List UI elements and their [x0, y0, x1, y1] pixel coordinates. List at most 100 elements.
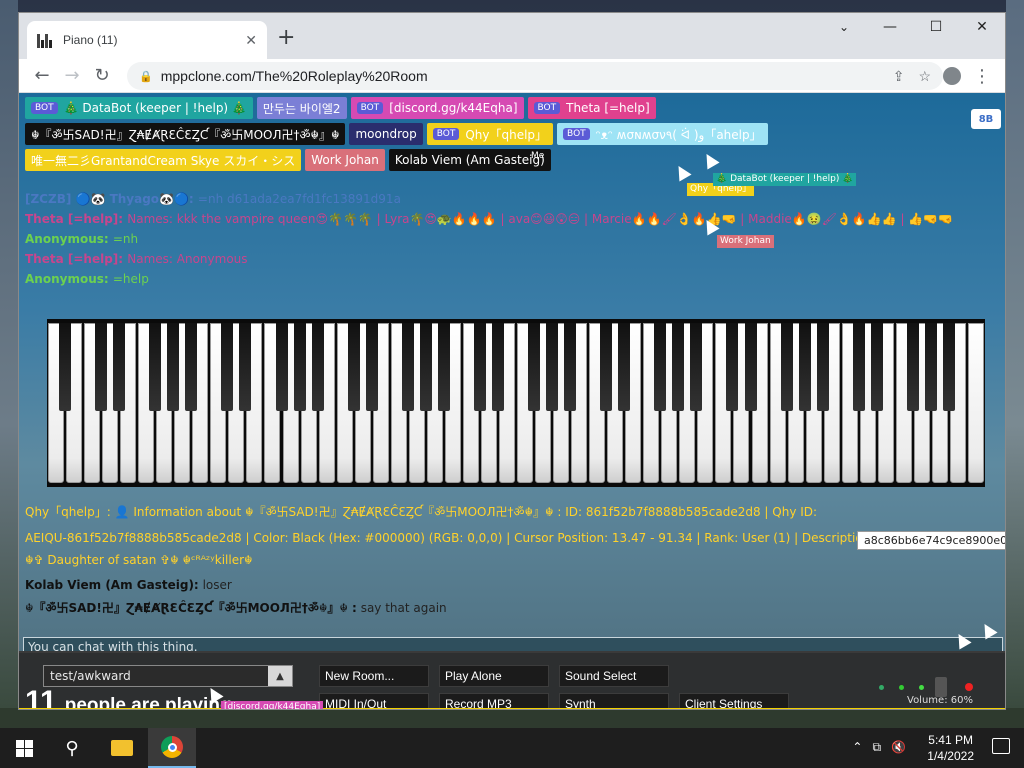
player-nametag[interactable]: ☬『ॐ卐SAD!卍』Ɀ₳ɆȺⱤƐĈƐȤƇ『ॐ卐MOOЛ卍†ॐ☬』☬ — [25, 123, 346, 145]
menu-kebab-icon[interactable]: ⋮ — [967, 61, 997, 91]
black-key[interactable] — [654, 323, 667, 411]
black-key[interactable] — [564, 323, 577, 411]
black-key[interactable] — [113, 323, 126, 411]
nametag-label: Theta [=help] — [566, 101, 650, 115]
black-key[interactable] — [852, 323, 865, 411]
hash-button[interactable]: 8B — [971, 109, 1001, 129]
chat-text: =nh — [112, 232, 139, 246]
room-selector[interactable]: test/awkward ▲ — [43, 665, 293, 687]
black-key[interactable] — [473, 323, 486, 411]
black-key[interactable] — [401, 323, 414, 411]
black-key[interactable] — [419, 323, 432, 411]
player-nametag[interactable]: BOT 🎄 DataBot (keeper | !help) 🎄 — [25, 97, 253, 119]
black-key[interactable] — [59, 323, 72, 411]
black-key[interactable] — [95, 323, 108, 411]
black-key[interactable] — [816, 323, 829, 411]
black-key[interactable] — [293, 323, 306, 411]
minimize-button[interactable]: — — [867, 13, 913, 41]
share-icon[interactable]: ⇪ — [893, 68, 905, 85]
yellow-divider — [19, 708, 1005, 709]
black-key[interactable] — [275, 323, 288, 411]
black-key[interactable] — [437, 323, 450, 411]
black-key[interactable] — [672, 323, 685, 411]
black-key[interactable] — [347, 323, 360, 411]
volume-muted-icon[interactable]: 🔇 — [891, 740, 906, 755]
file-explorer-icon[interactable] — [98, 728, 146, 768]
black-key[interactable] — [311, 323, 324, 411]
black-key[interactable] — [239, 323, 252, 411]
nametag-label: ☬『ॐ卐SAD!卍』Ɀ₳ɆȺⱤƐĈƐȤƇ『ॐ卐MOOЛ卍†ॐ☬』☬ — [31, 127, 340, 142]
player-nametag[interactable]: Work Johan — [305, 149, 385, 171]
black-key[interactable] — [528, 323, 541, 411]
black-key[interactable] — [798, 323, 811, 411]
tab-search-icon[interactable]: ⌄ — [821, 13, 867, 41]
player-nametag[interactable]: Kolab Viem (Am Gasteig) — [388, 149, 551, 171]
black-key[interactable] — [870, 323, 883, 411]
black-key[interactable] — [924, 323, 937, 411]
player-nametag[interactable]: BOT [discord.gg/k44Eqha] — [350, 97, 524, 119]
black-key[interactable] — [546, 323, 559, 411]
black-key[interactable] — [942, 323, 955, 411]
new-room-button[interactable]: New Room... — [319, 665, 429, 687]
black-key[interactable] — [744, 323, 757, 411]
black-key[interactable] — [365, 323, 378, 411]
black-key[interactable] — [690, 323, 703, 411]
black-key[interactable] — [185, 323, 198, 411]
black-key[interactable] — [906, 323, 919, 411]
black-key[interactable] — [491, 323, 504, 411]
chevron-up-icon[interactable]: ▲ — [268, 666, 292, 686]
taskbar-clock[interactable]: 5:41 PM 1/4/2022 — [927, 732, 974, 764]
led-3 — [919, 685, 924, 690]
address-bar[interactable]: 🔒 mppclone.com/The%20Roleplay%20Room ⇪ ☆ — [127, 62, 943, 90]
close-window-button[interactable]: ✕ — [959, 13, 1005, 41]
back-icon[interactable]: ← — [27, 61, 57, 91]
network-icon[interactable]: ⧉ — [872, 740, 881, 755]
play-alone-button[interactable]: Play Alone — [439, 665, 549, 687]
black-key[interactable] — [167, 323, 180, 411]
black-key[interactable] — [149, 323, 162, 411]
player-nametag[interactable]: 만두는 바이엘2 — [256, 97, 347, 119]
player-nametag[interactable]: BOT Theta [=help] — [527, 97, 656, 119]
player-nametag[interactable]: moondrop — [349, 123, 423, 145]
browser-window: Piano (11) ✕ + ⌄ — ☐ ✕ ← → ↻ 🔒 mppclone.… — [18, 12, 1006, 710]
player-count: 11 people are playing — [25, 685, 232, 709]
kolab-name: Kolab Viem (Am Gasteig): — [25, 578, 199, 592]
player-nametag[interactable]: BOT Qhy「qhelp」 — [426, 123, 554, 145]
new-tab-button[interactable]: + — [277, 25, 295, 50]
desktop-right-edge — [1006, 0, 1024, 708]
search-icon[interactable]: ⚲ — [48, 728, 96, 768]
chat-text: Names: kkk the vampire queen😍🌴🌴🌴 | Lyra🌴… — [127, 212, 954, 226]
black-key[interactable] — [221, 323, 234, 411]
info-line-1: Qhy「qhelp」: 👤 Information about ☬『ॐ卐SAD!… — [25, 505, 818, 519]
profile-avatar-icon[interactable] — [937, 61, 967, 91]
tab-piano[interactable]: Piano (11) ✕ — [27, 21, 267, 59]
bookmark-star-icon[interactable]: ☆ — [918, 68, 931, 85]
black-key[interactable] — [600, 323, 613, 411]
reload-icon[interactable]: ↻ — [87, 61, 117, 91]
nametag-label: Kolab Viem (Am Gasteig) — [394, 153, 545, 167]
black-key[interactable] — [618, 323, 631, 411]
player-nametag[interactable]: 唯一無二彡GrantandCream Skye スカイ・シス — [25, 149, 302, 171]
sad-message: say that again — [360, 601, 447, 615]
sound-select-button[interactable]: Sound Select — [559, 665, 669, 687]
info-line-2: AEIQU-861f52b7f8888b585cade2d8 | Color: … — [25, 531, 875, 545]
forward-icon[interactable]: → — [57, 61, 87, 91]
white-key[interactable] — [967, 323, 984, 483]
black-key[interactable] — [780, 323, 793, 411]
tab-close-icon[interactable]: ✕ — [245, 32, 257, 49]
desktop-bottom — [0, 708, 1024, 728]
maximize-button[interactable]: ☐ — [913, 13, 959, 41]
start-button[interactable] — [0, 728, 48, 768]
bot-badge: BOT — [563, 128, 590, 140]
chevron-up-icon[interactable]: ⌃ — [852, 740, 862, 755]
nametag-label: Qhy「qhelp」 — [465, 127, 548, 142]
clock-date: 1/4/2022 — [927, 749, 974, 763]
black-key[interactable] — [726, 323, 739, 411]
chat-author: Theta [=help]: — [25, 252, 128, 266]
piano-keyboard[interactable] — [47, 319, 985, 487]
notification-icon[interactable] — [992, 738, 1010, 754]
volume-knob[interactable] — [935, 677, 947, 697]
chrome-icon[interactable] — [148, 728, 196, 768]
volume-control[interactable]: Volume: 60% — [879, 671, 989, 709]
player-nametag[interactable]: BOT ᵔᴥᵔ ʍσɴʍσν٩( ᐛ )و「ahelp」 — [557, 123, 768, 145]
